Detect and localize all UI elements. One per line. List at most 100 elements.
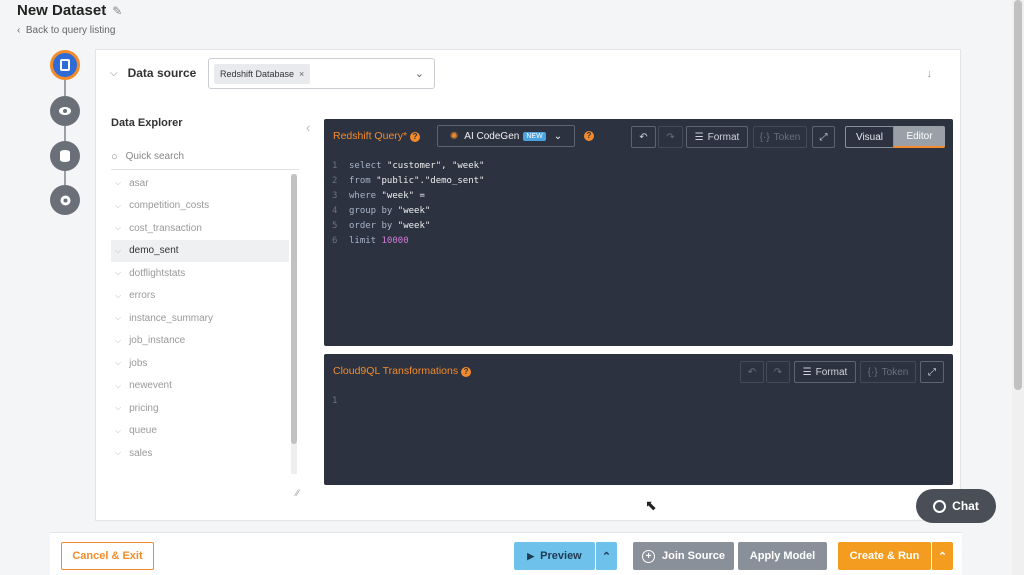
code-line[interactable]: 5 order by "week" — [332, 219, 484, 234]
chevron-down-icon[interactable]: ⌵ — [115, 313, 121, 323]
chat-bubble-icon — [933, 499, 947, 513]
chat-button[interactable]: Chat — [916, 489, 996, 523]
undo-icon: ↶ — [639, 131, 648, 143]
create-options-button[interactable]: ⌃ — [931, 542, 953, 570]
query-editor-title: Redshift Query*? — [333, 130, 421, 142]
step-preview[interactable] — [50, 96, 80, 126]
remove-chip-icon[interactable]: × — [299, 69, 304, 79]
chevron-up-icon: ⌃ — [937, 550, 948, 563]
database-icon — [60, 59, 70, 71]
chevron-down-icon[interactable]: ⌵ — [115, 268, 121, 278]
expand-icon: ⤢ — [819, 131, 828, 143]
table-item[interactable]: ⌵ demo_sent — [111, 239, 289, 262]
chevron-up-icon: ⌃ — [601, 550, 612, 563]
table-item[interactable]: ⌵ jobs — [111, 352, 289, 375]
help-icon[interactable]: ? — [410, 132, 421, 142]
plus-circle-icon: + — [642, 549, 656, 563]
chevron-down-icon[interactable]: ⌵ — [115, 381, 121, 391]
datasource-row[interactable]: ⌵ Data source — [110, 58, 196, 88]
step-datasource[interactable] — [50, 50, 80, 80]
collapse-explorer-icon[interactable]: ‹ — [306, 120, 310, 135]
expand-button[interactable]: ⤢ — [920, 361, 944, 383]
editor-toggle[interactable]: Editor — [894, 126, 945, 148]
format-button[interactable]: ☰ Format — [686, 126, 748, 148]
step-model[interactable] — [50, 141, 80, 171]
table-item[interactable]: ⌵ pricing — [111, 397, 289, 420]
chevron-down-icon[interactable]: ⌵ — [115, 246, 121, 256]
preview-button[interactable]: ▶ Preview — [514, 542, 595, 570]
play-icon: ▶ — [527, 550, 535, 561]
pencil-icon[interactable]: ✎ — [112, 4, 122, 18]
quick-search[interactable]: ○ Quick search — [111, 144, 299, 170]
table-item[interactable]: ⌵ cost_transaction — [111, 217, 289, 240]
code-line[interactable]: 1 select "customer", "week" — [332, 159, 484, 174]
visual-toggle[interactable]: Visual — [845, 126, 894, 148]
chevron-down-icon[interactable]: ⌵ — [115, 336, 121, 346]
table-item[interactable]: ⌵ errors — [111, 285, 289, 308]
page-title: New Dataset ✎ — [17, 2, 123, 19]
arrow-down-icon[interactable]: ↓ — [927, 68, 933, 80]
expand-icon: ⤢ — [928, 366, 936, 378]
table-list-scrollbar[interactable] — [291, 174, 297, 474]
step-settings[interactable] — [50, 185, 80, 215]
chevron-down-icon: ⌄ — [553, 130, 563, 142]
help-icon[interactable]: ? — [461, 367, 472, 377]
datasource-select[interactable]: Redshift Database × ⌄ — [208, 58, 435, 89]
view-toggle[interactable]: Visual Editor — [845, 126, 945, 148]
code-line[interactable]: 3 where "week" = — [332, 189, 484, 204]
main-panel: ⌵ Data source Redshift Database × ⌄ ↓ Dat… — [95, 49, 961, 521]
chevron-down-icon[interactable]: ⌵ — [115, 403, 121, 413]
chevron-down-icon[interactable]: ⌵ — [110, 68, 118, 79]
undo-button[interactable]: ↶ — [740, 361, 764, 383]
query-code[interactable]: 1 select "customer", "week" 2 from "public"… — [332, 159, 484, 249]
new-badge: NEW — [523, 131, 546, 141]
redo-button[interactable]: ↷ — [658, 126, 683, 148]
preview-options-button[interactable]: ⌃ — [595, 542, 617, 570]
chevron-down-icon[interactable]: ⌵ — [115, 358, 121, 368]
table-item[interactable]: ⌵ newevent — [111, 375, 289, 398]
chevron-down-icon[interactable]: ⌵ — [115, 291, 121, 301]
page-header: New Dataset ✎ ‹ Back to query listing — [0, 0, 1024, 44]
table-item[interactable]: ⌵ asar — [111, 172, 289, 195]
mouse-cursor-icon: ⬉ — [645, 497, 657, 513]
format-button[interactable]: ☰ Format — [794, 361, 856, 383]
redo-button[interactable]: ↷ — [766, 361, 790, 383]
create-run-button[interactable]: Create & Run — [838, 542, 931, 570]
resize-handle-icon[interactable]: ⁄⁄ — [296, 488, 299, 498]
redo-icon: ↷ — [666, 131, 675, 143]
chevron-down-icon[interactable]: ⌄ — [415, 67, 424, 80]
chevron-down-icon[interactable]: ⌵ — [115, 426, 121, 436]
chevron-down-icon[interactable]: ⌵ — [115, 201, 121, 211]
code-line[interactable]: 2 from "public"."demo_sent" — [332, 174, 484, 189]
chevron-down-icon[interactable]: ⌵ — [115, 178, 121, 188]
table-item[interactable]: ⌵ instance_summary — [111, 307, 289, 330]
query-editor[interactable]: Redshift Query*? ✺ AI CodeGen NEW ⌄ ? ↶ … — [324, 119, 953, 346]
code-line[interactable]: 4 group by "week" — [332, 204, 484, 219]
help-icon[interactable]: ? — [584, 131, 594, 141]
cancel-exit-button[interactable]: Cancel & Exit — [61, 542, 154, 570]
apply-model-button[interactable]: Apply Model — [738, 542, 827, 570]
undo-button[interactable]: ↶ — [631, 126, 656, 148]
table-item[interactable]: ⌵ sales — [111, 442, 289, 465]
token-button[interactable]: {·} Token — [860, 361, 916, 383]
format-icon: ☰ — [802, 366, 812, 378]
table-item[interactable]: ⌵ dotflightstats — [111, 262, 289, 285]
chevron-down-icon[interactable]: ⌵ — [115, 448, 121, 458]
ai-codegen-button[interactable]: ✺ AI CodeGen NEW ⌄ — [437, 125, 575, 147]
page-scrollbar[interactable] — [1012, 0, 1024, 575]
back-link[interactable]: ‹ Back to query listing — [17, 25, 115, 36]
eye-icon — [59, 107, 71, 115]
code-line[interactable]: 6 limit 10000 — [332, 234, 484, 249]
expand-button[interactable]: ⤢ — [812, 126, 835, 148]
transform-code[interactable]: 1 — [332, 394, 349, 409]
join-source-button[interactable]: + Join Source — [633, 542, 734, 570]
undo-icon: ↶ — [747, 366, 757, 378]
token-button[interactable]: {·} Token — [753, 126, 807, 148]
table-item[interactable]: ⌵ job_instance — [111, 330, 289, 353]
table-item[interactable]: ⌵ competition_costs — [111, 195, 289, 218]
chevron-down-icon[interactable]: ⌵ — [115, 223, 121, 233]
table-item[interactable]: ⌵ queue — [111, 420, 289, 443]
scrollbar-thumb[interactable] — [1014, 0, 1022, 390]
transform-editor[interactable]: Cloud9QL Transformations? ↶ ↷ ☰ Format {·… — [324, 354, 953, 485]
search-input[interactable]: Quick search — [126, 151, 184, 162]
